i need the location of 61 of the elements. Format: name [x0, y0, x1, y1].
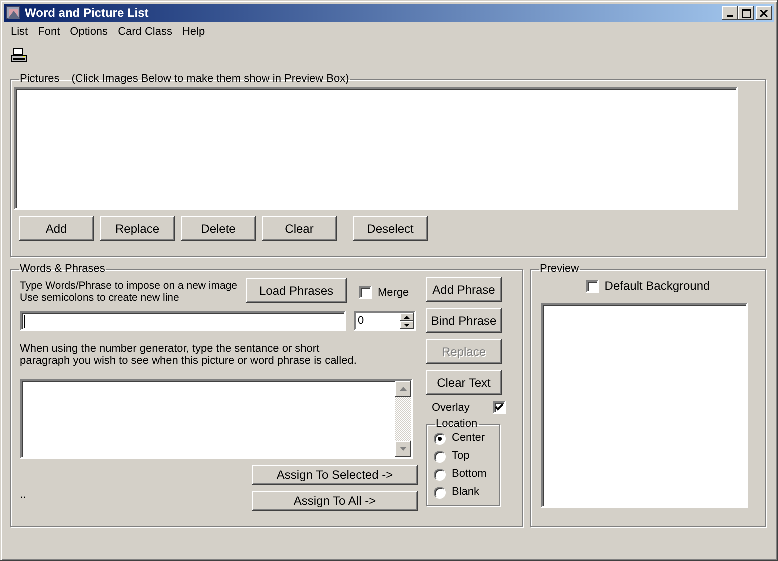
radio-label: Bottom — [452, 468, 487, 481]
maximize-icon — [742, 8, 750, 18]
up-arrow-icon — [404, 316, 410, 318]
down-arrow-icon — [404, 324, 410, 326]
group-label: Words & Phrases — [19, 263, 106, 275]
app-icon — [6, 5, 22, 21]
sentence-text-area[interactable] — [20, 379, 413, 459]
checkbox[interactable] — [493, 401, 506, 414]
window-title: Word and Picture List — [25, 6, 150, 20]
menu-item[interactable]: Options — [65, 26, 114, 38]
menu-item[interactable]: Font — [33, 26, 66, 38]
radio-label: Center — [452, 432, 486, 445]
checkbox[interactable] — [359, 286, 372, 299]
note-text: paragraph you wish to see when this picture or word phrase is called. — [20, 355, 358, 367]
phrase-action-button[interactable]: Add Phrase — [426, 277, 502, 302]
menu-item[interactable]: Card Class — [113, 26, 178, 38]
radio-button[interactable] — [434, 468, 446, 480]
group-label: Location — [435, 418, 479, 430]
picture-button[interactable]: Deselect — [353, 216, 428, 241]
maximize-button[interactable] — [738, 6, 754, 20]
scrollbar[interactable] — [395, 381, 411, 457]
checkbox[interactable] — [586, 280, 599, 292]
status-text: .. — [20, 489, 26, 501]
picture-button[interactable]: Add — [19, 216, 94, 241]
hint-text: (Click Images Below to make them show in Preview Box) — [72, 73, 350, 85]
phrase-action-button[interactable]: Clear Text — [426, 370, 502, 395]
assign-button[interactable]: Assign To All -> — [252, 491, 418, 511]
picture-list[interactable] — [14, 87, 738, 210]
note-text: When using the number generator, type the sentance or short — [20, 343, 321, 355]
load-phrases-button[interactable]: Load Phrases — [246, 278, 347, 303]
instruction-text: Type Words/Phrase to impose on a new image — [20, 280, 239, 292]
number-field[interactable]: 0 — [354, 311, 416, 331]
picture-button[interactable]: Delete — [181, 216, 256, 241]
checkbox-label: Overlay — [432, 402, 470, 414]
radio-button[interactable] — [434, 432, 446, 444]
instruction-text: Use semicolons to create new line — [20, 292, 180, 304]
spin-up-button[interactable] — [400, 313, 414, 321]
close-button[interactable] — [756, 6, 772, 20]
spin-down-button[interactable] — [400, 321, 414, 329]
radio-button[interactable] — [434, 486, 446, 498]
phrase-action-button[interactable]: Bind Phrase — [426, 308, 502, 333]
radio-label: Blank — [452, 486, 480, 499]
radio-button[interactable] — [434, 450, 446, 462]
group-label: Preview — [539, 263, 580, 275]
menu-item[interactable]: List — [6, 26, 34, 38]
down-arrow-icon — [400, 447, 406, 451]
scroll-up-button[interactable] — [395, 381, 411, 397]
phrase-input[interactable] — [20, 311, 346, 331]
picture-button[interactable]: Replace — [100, 216, 175, 241]
group-label: Pictures — [20, 73, 60, 85]
checkbox-label: Merge — [378, 286, 410, 298]
picture-button[interactable]: Clear — [262, 216, 337, 241]
menu-item[interactable]: Help — [177, 26, 210, 38]
scroll-down-button[interactable] — [395, 441, 411, 457]
radio-label: Top — [452, 450, 470, 463]
printer-icon[interactable] — [10, 48, 28, 64]
assign-button[interactable]: Assign To Selected -> — [252, 465, 418, 485]
close-icon — [760, 10, 768, 16]
up-arrow-icon — [400, 387, 406, 391]
minimize-button[interactable] — [722, 6, 738, 20]
checkbox-label: Default Background — [604, 279, 710, 293]
